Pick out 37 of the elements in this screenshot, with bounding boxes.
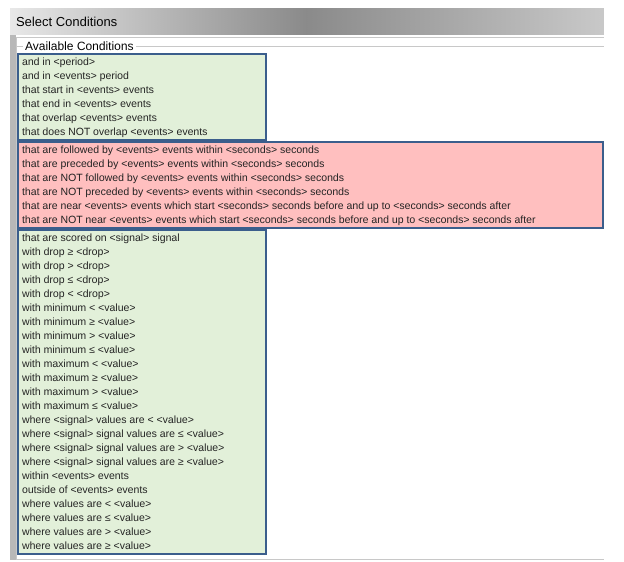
condition-item[interactable]: that are near <events> events which start <seconds> seconds before and up to <seconds> seconds after xyxy=(22,199,599,213)
condition-item[interactable]: that are NOT preceded by <events> events within <seconds> seconds xyxy=(22,185,599,199)
condition-item[interactable]: that are scored on <signal> signal xyxy=(22,231,262,245)
condition-item[interactable]: that end in <events> events xyxy=(22,97,262,111)
condition-item[interactable]: with drop ≤ <drop> xyxy=(22,273,262,287)
condition-item[interactable]: and in <events> period xyxy=(22,69,262,83)
group-box-label: Available Conditions xyxy=(24,40,135,52)
condition-item[interactable]: that overlap <events> events xyxy=(22,111,262,125)
condition-item[interactable]: within <events> events xyxy=(22,469,262,483)
window-title: Select Conditions xyxy=(16,12,118,31)
condition-item[interactable]: with maximum ≤ <value> xyxy=(22,399,262,413)
condition-item[interactable]: and in <period> xyxy=(22,55,262,69)
condition-item[interactable]: outside of <events> events xyxy=(22,483,262,497)
condition-item[interactable]: where values are ≤ <value> xyxy=(22,511,262,525)
condition-item[interactable]: that start in <events> events xyxy=(22,83,262,97)
condition-item[interactable]: that does NOT overlap <events> events xyxy=(22,125,262,139)
condition-item[interactable]: where <signal> signal values are ≥ <value> xyxy=(22,455,262,469)
condition-item[interactable]: with drop < <drop> xyxy=(22,287,262,301)
condition-item[interactable]: that are NOT near <events> events which start <seconds> seconds before and up to <seconds> seconds after xyxy=(22,213,599,227)
condition-item[interactable]: with maximum > <value> xyxy=(22,385,262,399)
condition-item[interactable]: with minimum ≥ <value> xyxy=(22,315,262,329)
condition-item[interactable]: with minimum ≤ <value> xyxy=(22,343,262,357)
condition-item[interactable]: with drop > <drop> xyxy=(22,259,262,273)
condition-item[interactable]: that are NOT followed by <events> events within <seconds> seconds xyxy=(22,171,599,185)
condition-item[interactable]: with maximum < <value> xyxy=(22,357,262,371)
condition-item[interactable]: with minimum > <value> xyxy=(22,329,262,343)
condition-item[interactable]: where <signal> values are < <value> xyxy=(22,413,262,427)
condition-item[interactable]: with minimum < <value> xyxy=(22,301,262,315)
condition-item[interactable]: with maximum ≥ <value> xyxy=(22,371,262,385)
condition-item[interactable]: where values are < <value> xyxy=(22,497,262,511)
condition-item[interactable]: where values are > <value> xyxy=(22,525,262,539)
condition-item[interactable]: with drop ≥ <drop> xyxy=(22,245,262,259)
condition-item[interactable]: where values are ≥ <value> xyxy=(22,539,262,553)
condition-item[interactable]: that are preceded by <events> events within <seconds> seconds xyxy=(22,157,599,171)
condition-item[interactable]: that are followed by <events> events within <seconds> seconds xyxy=(22,143,599,157)
condition-item[interactable]: where <signal> signal values are ≤ <value> xyxy=(22,427,262,441)
condition-item[interactable]: where <signal> signal values are > <value> xyxy=(22,441,262,455)
